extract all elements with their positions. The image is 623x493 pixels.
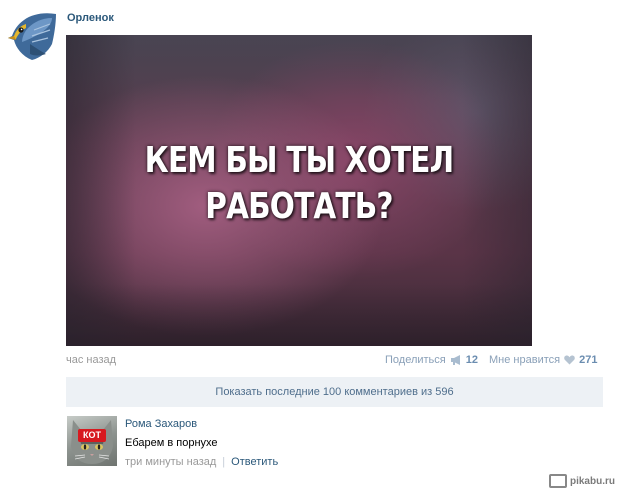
show-comments-button[interactable]: Показать последние 100 комментариев из 5… <box>66 377 603 407</box>
share-count: 12 <box>465 354 478 366</box>
avatar-label: КОТ <box>78 429 106 442</box>
reply-link[interactable]: Ответить <box>231 456 278 468</box>
author-avatar[interactable] <box>6 10 58 62</box>
watermark-text: pikabu.ru <box>569 475 615 487</box>
comment-text: Ебарем в порнухе <box>125 437 218 449</box>
eagle-icon <box>8 13 56 60</box>
comment-meta-separator: | <box>222 456 226 468</box>
comment-time[interactable]: три минуты назад <box>125 456 216 468</box>
commenter-avatar[interactable]: КОТ <box>67 416 117 466</box>
image-headline-line2: РАБОТАТЬ? <box>205 186 393 227</box>
post-author-name[interactable]: Орленок <box>67 12 114 24</box>
like-button[interactable]: Мне нравится 271 <box>489 354 597 366</box>
like-count: 271 <box>579 354 598 366</box>
heart-icon <box>564 355 575 365</box>
comment-meta: три минуты назад | Ответить <box>125 456 278 468</box>
watermark: pikabu.ru <box>548 474 615 488</box>
share-label: Поделиться <box>385 354 446 366</box>
share-button[interactable]: Поделиться 12 <box>385 354 478 366</box>
post-image[interactable]: КЕМ БЫ ТЫ ХОТЕЛ РАБОТАТЬ? <box>66 35 532 346</box>
comment-author-name[interactable]: Рома Захаров <box>125 418 197 430</box>
post-time[interactable]: час назад <box>66 354 116 366</box>
like-label: Мне нравится <box>489 354 561 366</box>
megaphone-icon <box>450 355 460 365</box>
image-headline-line1: КЕМ БЫ ТЫ ХОТЕЛ <box>144 140 455 181</box>
watermark-logo-icon <box>548 474 567 488</box>
